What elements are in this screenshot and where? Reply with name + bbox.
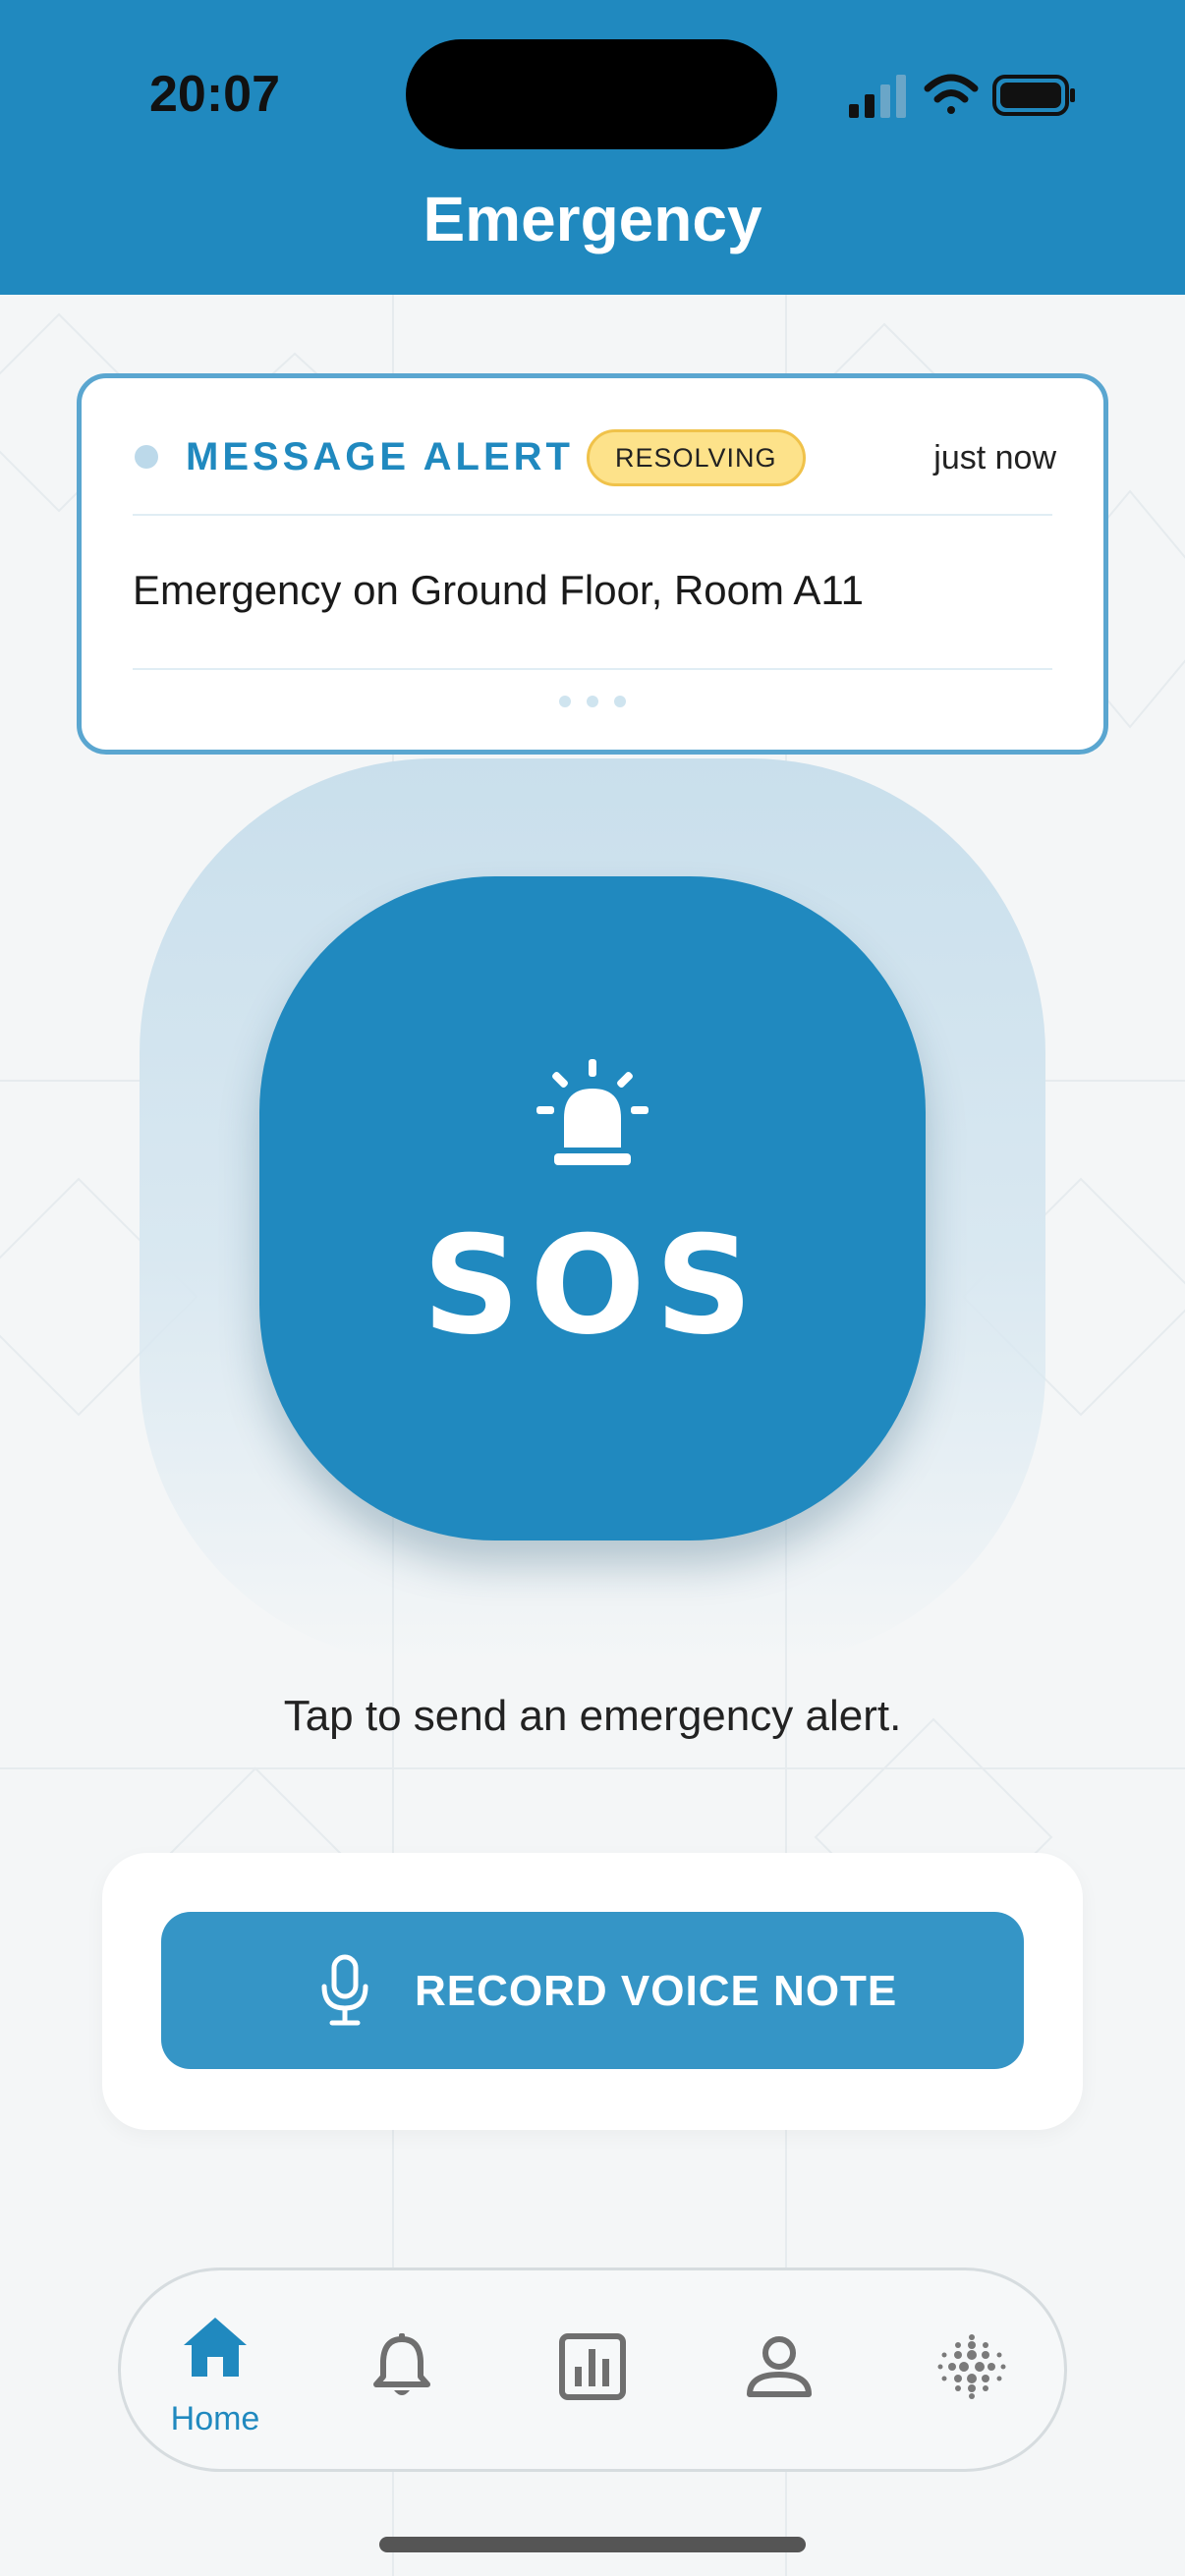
status-badge: RESOLVING — [587, 429, 806, 486]
alert-title: MESSAGE ALERT — [186, 435, 574, 478]
home-indicator[interactable] — [379, 2537, 806, 2552]
nav-item-profile[interactable] — [710, 2270, 848, 2475]
nav-item-home[interactable]: Home — [146, 2270, 284, 2475]
bell-icon — [373, 2333, 430, 2395]
nav-label-home: Home — [170, 2400, 260, 2437]
pager-dot — [614, 696, 626, 707]
microphone-icon — [321, 1954, 368, 2026]
alert-message: Emergency on Ground Floor, Room A11 — [133, 567, 864, 613]
bottom-navigation: Home — [118, 2268, 1067, 2472]
battery-icon — [992, 75, 1075, 116]
sos-button[interactable]: SOS — [259, 876, 926, 1540]
divider — [133, 668, 1052, 670]
siren-icon — [536, 1059, 649, 1165]
nav-item-reports[interactable] — [524, 2270, 661, 2475]
alert-timestamp: just now — [933, 439, 1056, 476]
app-header: 20:07 Emergency — [0, 0, 1185, 295]
message-alert-card[interactable]: MESSAGE ALERT RESOLVING just now Emergen… — [77, 373, 1108, 755]
record-voice-note-label: RECORD VOICE NOTE — [415, 1967, 898, 2015]
dynamic-island — [406, 39, 777, 149]
home-icon — [184, 2318, 247, 2377]
status-time: 20:07 — [149, 66, 280, 123]
signal-icon — [849, 75, 906, 118]
record-voice-note-button[interactable]: RECORD VOICE NOTE — [161, 1912, 1024, 2069]
more-indicator[interactable] — [82, 695, 1103, 712]
sos-hint-text: Tap to send an emergency alert. — [283, 1692, 902, 1740]
voice-note-card: RECORD VOICE NOTE — [102, 1853, 1083, 2130]
pager-dot — [559, 696, 571, 707]
divider — [133, 514, 1052, 516]
alert-status-dot — [135, 445, 158, 469]
page-title: Emergency — [423, 184, 762, 254]
wifi-icon — [924, 74, 979, 114]
chart-icon — [559, 2333, 626, 2400]
dots-grid-icon — [937, 2334, 1006, 2399]
nav-item-more[interactable] — [903, 2270, 1041, 2475]
user-icon — [747, 2336, 812, 2397]
pager-dot — [587, 696, 598, 707]
status-icons — [849, 74, 1075, 118]
nav-item-notifications[interactable] — [333, 2270, 471, 2475]
sos-label: SOS — [422, 1206, 763, 1365]
